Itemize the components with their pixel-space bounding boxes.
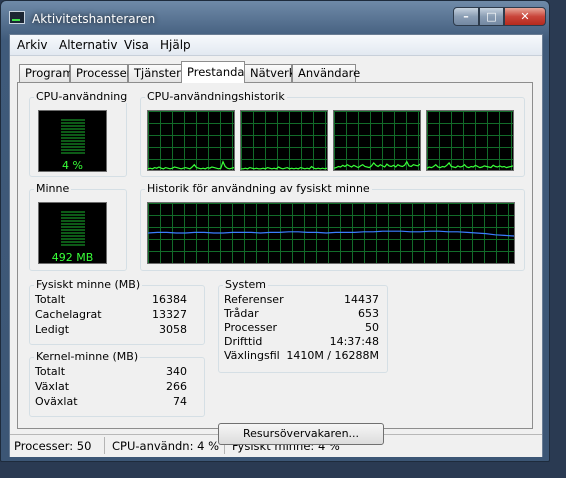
- memory-label: Minne: [34, 182, 72, 195]
- menu-bar: Arkiv Alternativ Visa Hjälp: [10, 35, 542, 56]
- cpu-history-label: CPU-användningshistorik: [145, 90, 287, 103]
- close-button[interactable]: ✕: [504, 7, 546, 26]
- history-series-line: [241, 165, 327, 170]
- performance-panel: CPU-användning 4 % CPU-användningshistor…: [17, 82, 533, 445]
- kernel-memory-label: Kernel-minne (MB): [34, 350, 141, 363]
- cpu-usage-value: 4 %: [62, 159, 83, 172]
- memory-value: 492 MB: [51, 251, 94, 264]
- tab-tjanster[interactable]: Tjänster: [128, 64, 182, 82]
- stat-value: 266: [166, 380, 187, 393]
- history-series-line: [427, 161, 513, 169]
- stat-value: 340: [166, 365, 187, 378]
- cpu-history-group: CPU-användningshistorik: [140, 90, 525, 177]
- system-label: System: [223, 278, 269, 291]
- stat-row: Växlat 266: [35, 380, 187, 394]
- physical-memory-label: Fysiskt minne (MB): [34, 278, 143, 291]
- stat-label: Växlingsfil: [224, 349, 280, 362]
- memory-history-label: Historik för användning av fysiskt minne: [145, 182, 372, 195]
- window-title: Aktivitetshanteraren: [32, 12, 156, 26]
- stat-row: Trådar 653: [224, 307, 379, 321]
- history-series-line: [148, 230, 514, 237]
- stat-row: Ledigt 3058: [35, 323, 187, 337]
- stat-row: Drifttid 14:37:48: [224, 335, 379, 349]
- kernel-memory-group: Kernel-minne (MB) Totalt 340 Växlat 266 Ov…: [29, 350, 205, 417]
- history-series-line: [334, 160, 420, 169]
- stat-value: 50: [365, 321, 379, 334]
- client-area: Arkiv Alternativ Visa Hjälp Program Proc…: [9, 34, 543, 457]
- menu-arkiv[interactable]: Arkiv: [17, 38, 48, 52]
- task-manager-icon: [9, 11, 25, 24]
- cpu-history-graph-4: [426, 110, 514, 171]
- memory-group: Minne 492 MB: [29, 182, 127, 271]
- cpu-usage-meter: 4 %: [38, 110, 107, 172]
- task-manager-window: Aktivitetshanteraren – □ ✕ Arkiv Alterna…: [0, 0, 550, 462]
- stat-row: Referenser 14437: [224, 293, 379, 307]
- cpu-usage-label: CPU-användning: [34, 90, 130, 103]
- stat-value: 653: [358, 307, 379, 320]
- stat-value: 14:37:48: [329, 335, 379, 348]
- stat-row: Totalt 340: [35, 365, 187, 379]
- stat-row: Växlingsfil 1410M / 16288M: [224, 349, 379, 363]
- stat-label: Referenser: [224, 293, 284, 306]
- tab-processer[interactable]: Processer: [70, 64, 131, 82]
- memory-history-graph: [147, 202, 515, 264]
- physical-memory-group: Fysiskt minne (MB) Totalt 16384 Cachelagr…: [29, 278, 205, 345]
- stat-row: Totalt 16384: [35, 293, 187, 307]
- stat-label: Ledigt: [35, 323, 70, 336]
- cpu-usage-group: CPU-användning 4 %: [29, 90, 130, 177]
- tab-anvandare[interactable]: Användare: [292, 64, 360, 82]
- minimize-button[interactable]: –: [453, 7, 479, 26]
- stat-label: Växlat: [35, 380, 70, 393]
- stat-value: 13327: [152, 308, 187, 321]
- stat-label: Oväxlat: [35, 395, 78, 408]
- stat-label: Totalt: [35, 293, 66, 306]
- stat-row: Processer 50: [224, 321, 379, 335]
- tab-program[interactable]: Program: [19, 64, 74, 82]
- stat-row: Oväxlat 74: [35, 395, 187, 409]
- cpu-history-graph-1: [147, 110, 235, 171]
- stat-label: Trådar: [224, 307, 259, 320]
- tab-natverk[interactable]: Nätverk: [244, 64, 295, 82]
- cpu-history-graph-2: [240, 110, 328, 171]
- menu-hjalp[interactable]: Hjälp: [160, 38, 191, 52]
- status-separator: [104, 437, 105, 454]
- tab-prestanda[interactable]: Prestanda: [181, 61, 245, 83]
- stat-value: 3058: [159, 323, 187, 336]
- title-bar[interactable]: Aktivitetshanteraren – □ ✕: [1, 1, 549, 31]
- history-series-line: [148, 160, 234, 170]
- resource-monitor-button[interactable]: Resursövervakaren...: [218, 423, 384, 445]
- memory-meter-bars: [61, 211, 85, 247]
- stat-label: Drifttid: [224, 335, 263, 348]
- cpu-history-graph-3: [333, 110, 421, 171]
- stat-value: 1410M / 16288M: [286, 349, 379, 362]
- stat-label: Processer: [224, 321, 278, 334]
- system-group: System Referenser 14437 Trådar 653 Process…: [218, 278, 388, 373]
- stat-label: Cachelagrat: [35, 308, 102, 321]
- stat-label: Totalt: [35, 365, 66, 378]
- stat-value: 74: [173, 395, 187, 408]
- stat-row: Cachelagrat 13327: [35, 308, 187, 322]
- memory-meter: 492 MB: [38, 202, 107, 264]
- maximize-button[interactable]: □: [479, 7, 504, 26]
- menu-alternativ[interactable]: Alternativ: [59, 38, 117, 52]
- stat-value: 14437: [344, 293, 379, 306]
- memory-history-group: Historik för användning av fysiskt minne: [140, 182, 525, 271]
- cpu-meter-bars: [61, 119, 85, 155]
- status-cpu: CPU-användn: 4 %: [112, 439, 220, 453]
- menu-visa[interactable]: Visa: [124, 38, 149, 52]
- status-processes: Processer: 50: [14, 439, 92, 453]
- stat-value: 16384: [152, 293, 187, 306]
